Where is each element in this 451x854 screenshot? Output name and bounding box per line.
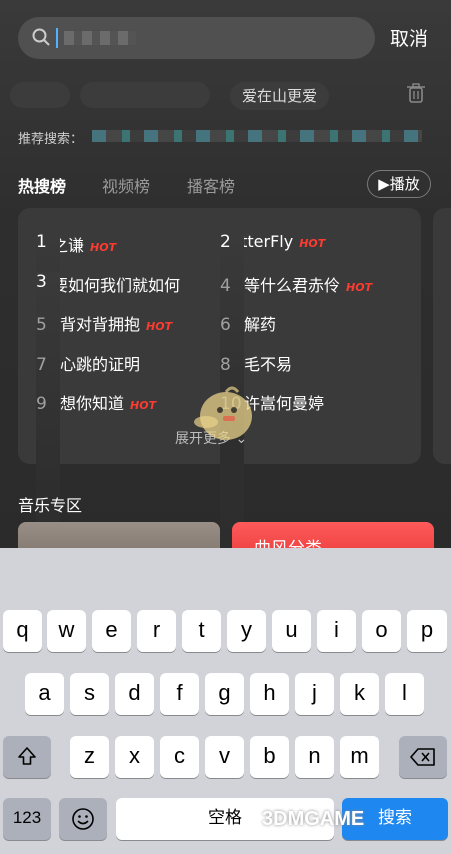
key-v[interactable]: v xyxy=(205,736,244,778)
rank-number: 6 xyxy=(220,315,231,335)
emoji-icon xyxy=(72,808,94,830)
music-tile[interactable] xyxy=(18,522,220,548)
play-button[interactable]: ▶播放 xyxy=(367,170,431,198)
key-b[interactable]: b xyxy=(250,736,289,778)
key-s[interactable]: s xyxy=(70,673,109,715)
item-title: 解药 xyxy=(244,315,277,334)
list-item[interactable]: 1 薛之谦 HOT xyxy=(36,232,117,548)
history-chip[interactable] xyxy=(10,82,70,108)
key-e[interactable]: e xyxy=(92,610,131,652)
recommend-label: 推荐搜索： xyxy=(18,132,84,147)
hot-badge: HOT xyxy=(130,399,157,412)
hot-badge: HOT xyxy=(90,241,117,254)
backspace-icon xyxy=(410,748,435,766)
key-x[interactable]: x xyxy=(115,736,154,778)
text-cursor xyxy=(56,28,58,48)
trash-icon[interactable] xyxy=(405,82,427,108)
list-item[interactable]: 3 你要如何我们就如何 xyxy=(36,272,180,548)
key-g[interactable]: g xyxy=(205,673,244,715)
history-chip[interactable]: 爱在山更爱 xyxy=(230,82,330,110)
search-history xyxy=(0,74,451,116)
key-h[interactable]: h xyxy=(250,673,289,715)
key-l[interactable]: l xyxy=(385,673,424,715)
key-o[interactable]: o xyxy=(362,610,401,652)
list-item[interactable]: 8 毛不易 xyxy=(220,351,292,375)
key-a[interactable]: a xyxy=(25,673,64,715)
key-q[interactable]: q xyxy=(3,610,42,652)
key-n[interactable]: n xyxy=(295,736,334,778)
search-input[interactable] xyxy=(18,17,375,59)
hot-badge: HOT xyxy=(146,320,173,333)
key-u[interactable]: u xyxy=(272,610,311,652)
next-list-card[interactable] xyxy=(433,208,451,464)
site-watermark: 3DMGAME xyxy=(262,808,365,830)
list-item[interactable]: 7 心跳的证明 xyxy=(36,351,140,375)
section-title: 音乐专区 xyxy=(18,496,83,515)
backspace-key[interactable] xyxy=(399,736,447,778)
key-r[interactable]: r xyxy=(137,610,176,652)
search-icon xyxy=(32,28,50,50)
item-title: 心跳的证明 xyxy=(60,355,141,374)
key-z[interactable]: z xyxy=(70,736,109,778)
tab-hot-search[interactable]: 热搜榜 xyxy=(18,173,66,197)
rank-number: 8 xyxy=(220,355,231,375)
rank-number: 5 xyxy=(36,315,47,335)
hot-badge: HOT xyxy=(299,237,326,250)
key-c[interactable]: c xyxy=(160,736,199,778)
list-item[interactable]: 5 背对背拥抱 HOT xyxy=(36,311,172,335)
tile-label: 曲风分类 xyxy=(254,534,322,548)
hot-badge: HOT xyxy=(346,281,373,294)
item-title: 背对背拥抱 xyxy=(60,315,141,334)
key-d[interactable]: d xyxy=(115,673,154,715)
history-chip[interactable] xyxy=(80,82,210,108)
list-item[interactable]: 6 解药 xyxy=(220,311,276,335)
tab-video[interactable]: 视频榜 xyxy=(102,173,150,197)
item-title: 想你知道 xyxy=(60,394,125,413)
cancel-button[interactable]: 取消 xyxy=(390,24,428,51)
item-title: 毛不易 xyxy=(244,355,293,374)
key-j[interactable]: j xyxy=(295,673,334,715)
number-key[interactable]: 123 xyxy=(3,798,51,840)
shift-key[interactable] xyxy=(3,736,51,778)
key-f[interactable]: f xyxy=(160,673,199,715)
keyboard: q w e r t y u i o p a s d f g h j k l z … xyxy=(0,548,451,854)
key-i[interactable]: i xyxy=(317,610,356,652)
rank-number: 9 xyxy=(36,394,47,414)
mascot-watermark-icon xyxy=(194,386,252,440)
rank-number: 7 xyxy=(36,355,47,375)
item-title: 等什么君赤伶 xyxy=(244,276,341,295)
recommend-terms[interactable] xyxy=(92,130,422,142)
list-item[interactable]: 2 ButterFly HOT xyxy=(220,232,326,548)
genre-tile[interactable]: 曲风分类 xyxy=(232,522,434,548)
key-m[interactable]: m xyxy=(340,736,379,778)
key-w[interactable]: w xyxy=(47,610,86,652)
search-page: 取消 爱在山更爱 推荐搜索： 热搜榜 视频榜 播客榜 ▶播放 1 薛之谦 HOT 2… xyxy=(0,0,451,548)
key-y[interactable]: y xyxy=(227,610,266,652)
list-item[interactable]: 4 等什么君赤伶 HOT xyxy=(220,272,372,296)
list-item[interactable]: 9 想你知道 HOT xyxy=(36,390,156,414)
tab-podcast[interactable]: 播客榜 xyxy=(187,173,235,197)
key-k[interactable]: k xyxy=(340,673,379,715)
shift-icon xyxy=(18,747,36,765)
key-p[interactable]: p xyxy=(407,610,447,652)
key-t[interactable]: t xyxy=(182,610,221,652)
blurred-query xyxy=(64,31,136,45)
rank-number: 4 xyxy=(220,276,231,296)
emoji-key[interactable] xyxy=(59,798,107,840)
